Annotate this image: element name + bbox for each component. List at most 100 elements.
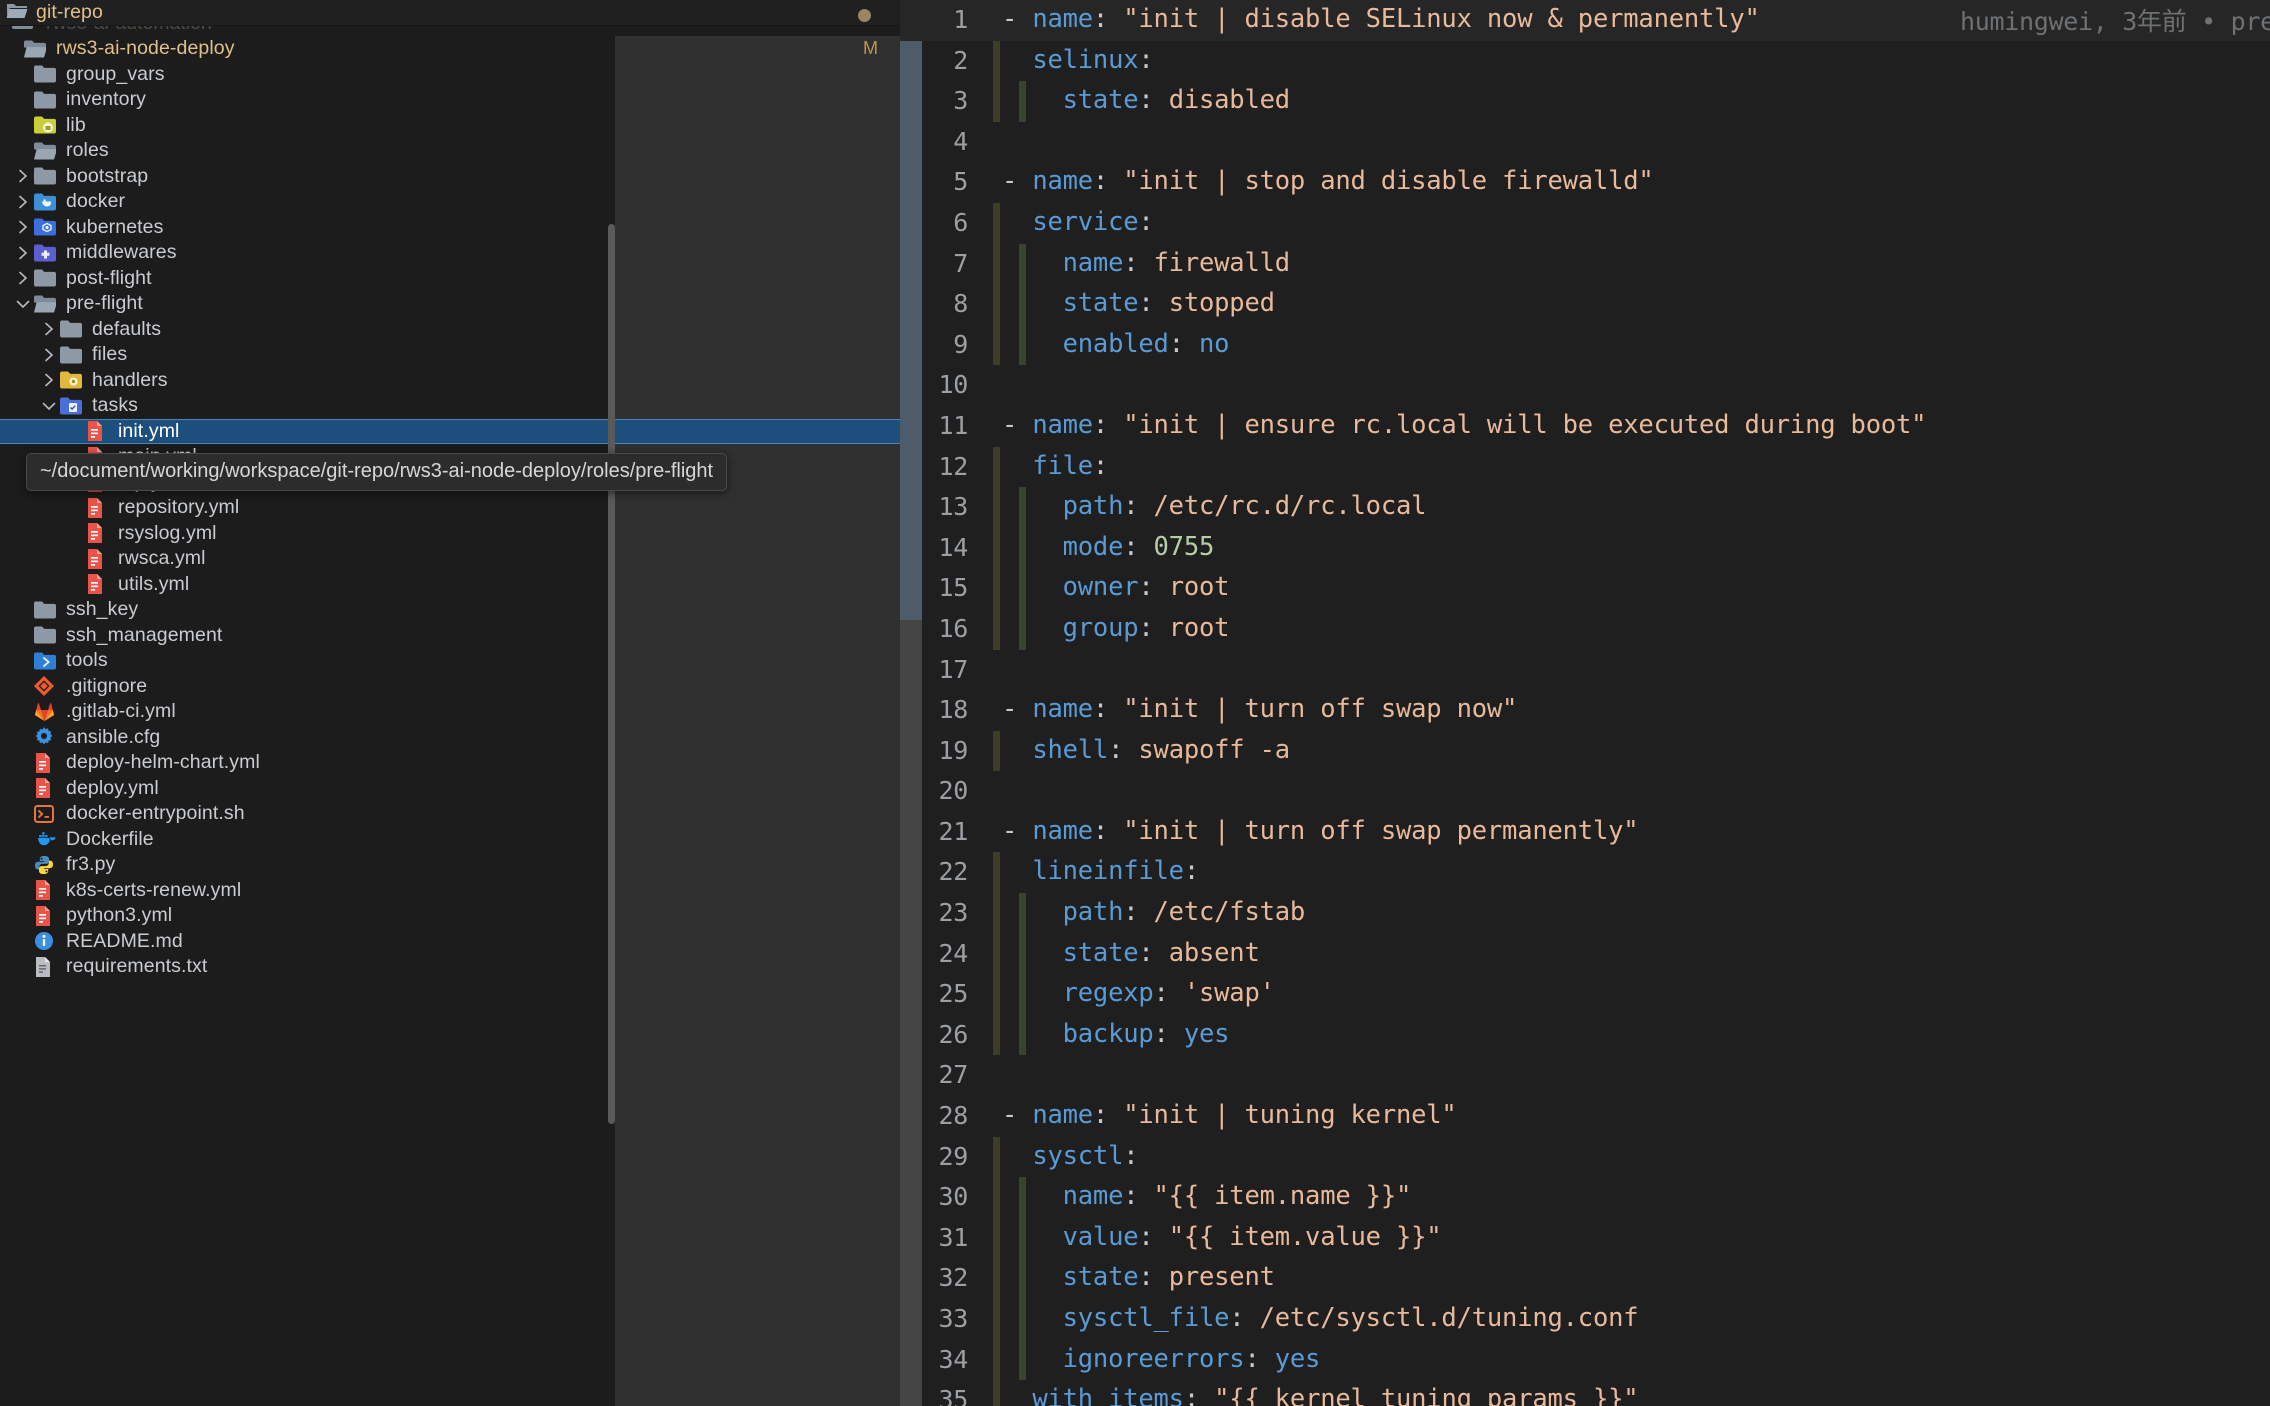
code-line[interactable]: 26 backup: yes [900, 1014, 2270, 1056]
project-file-tree-panel[interactable]: rws3-ai-automation git-repo rws3-ai-node… [0, 0, 900, 1406]
sticky-breadcrumb-git-repo[interactable]: git-repo [0, 0, 900, 26]
tree-file-row[interactable]: k8s-certs-renew.yml [0, 878, 900, 904]
code-line[interactable]: 19 shell: swapoff -a [900, 730, 2270, 772]
python-icon [34, 854, 58, 876]
line-number: 31 [938, 1222, 968, 1252]
tree-folder-row[interactable]: lib [0, 113, 900, 139]
tree-file-row[interactable]: README.md [0, 929, 900, 955]
tree-file-row[interactable]: fr3.py [0, 852, 900, 878]
code-line[interactable]: 5 - name: "init | stop and disable firewa… [900, 162, 2270, 203]
code-line[interactable]: 11 - name: "init | ensure rc.local will b… [900, 406, 2270, 447]
tree-file-row[interactable]: deploy-helm-chart.yml [0, 750, 900, 776]
folder-mw-icon [34, 242, 58, 264]
chevron-right-icon[interactable] [38, 321, 60, 337]
code-line[interactable]: 17 [900, 650, 2270, 691]
tree-file-row[interactable]: Dockerfile [0, 827, 900, 853]
tree-folder-row[interactable]: bootstrap [0, 164, 900, 190]
tree-folder-row[interactable]: roles [0, 138, 900, 164]
code-line[interactable]: 32 state: present [900, 1258, 2270, 1299]
code-line-text: service: [1032, 206, 1154, 237]
tree-folder-row[interactable]: kubernetes [0, 215, 900, 241]
code-line[interactable]: 15 owner: root [900, 568, 2270, 609]
code-line[interactable]: 8 state: stopped [900, 284, 2270, 325]
code-line[interactable]: 12 file: [900, 446, 2270, 488]
code-line[interactable]: 9 enabled: no [900, 324, 2270, 366]
tree-row-label: kubernetes [66, 215, 164, 238]
sidebar-scrollbar-thumb[interactable] [608, 224, 615, 1124]
code-line[interactable]: 3 state: disabled [900, 81, 2270, 122]
tree-folder-row[interactable]: tools [0, 648, 900, 674]
code-line[interactable]: 6 service: [900, 202, 2270, 244]
code-line[interactable]: 24 state: absent [900, 933, 2270, 975]
yaml-file-icon [34, 752, 58, 774]
tree-folder-row[interactable]: handlers [0, 368, 900, 394]
tree-folder-row[interactable]: post-flight [0, 266, 900, 292]
tree-file-row[interactable]: utils.yml [0, 572, 900, 598]
tree-file-row[interactable]: python3.yml [0, 903, 900, 929]
tree-folder-row[interactable]: inventory [0, 87, 900, 113]
tree-file-row[interactable]: .gitignore [0, 674, 900, 700]
code-line[interactable]: 28 - name: "init | tuning kernel" [900, 1096, 2270, 1137]
tree-folder-row[interactable]: docker [0, 189, 900, 215]
chevron-right-icon[interactable] [12, 168, 34, 184]
code-line[interactable]: 34 ignoreerrors: yes [900, 1339, 2270, 1381]
tree-folder-row[interactable]: tasks [0, 393, 900, 419]
tree-folder-row[interactable]: files [0, 342, 900, 368]
code-line[interactable]: 21 - name: "init | turn off swap permanen… [900, 812, 2270, 853]
chevron-right-icon[interactable] [38, 347, 60, 363]
chevron-right-icon[interactable] [12, 194, 34, 210]
tree-folder-row[interactable]: ssh_key [0, 597, 900, 623]
tree-file-row[interactable]: ansible.cfg [0, 725, 900, 751]
code-line-text: - name: "init | turn off swap permanentl… [1002, 815, 1639, 846]
code-lines-container[interactable]: 1 - name: "init | disable SELinux now & p… [900, 0, 2270, 1406]
code-line[interactable]: 25 regexp: 'swap' [900, 974, 2270, 1015]
tree-folder-row[interactable]: rws3-ai-node-deploy M [0, 36, 900, 62]
code-line[interactable]: 7 name: firewalld [900, 243, 2270, 285]
tree-folder-row[interactable]: middlewares [0, 240, 900, 266]
ide-window: rws3-ai-automation git-repo rws3-ai-node… [0, 0, 2270, 1406]
tree-file-row[interactable]: repository.yml [0, 495, 900, 521]
tree-file-row[interactable]: init.yml [0, 418, 900, 444]
code-line[interactable]: 16 group: root [900, 608, 2270, 650]
chevron-right-icon[interactable] [12, 245, 34, 261]
chevron-down-icon[interactable] [38, 400, 60, 412]
code-line[interactable]: 13 path: /etc/rc.d/rc.local [900, 487, 2270, 528]
chevron-right-icon[interactable] [12, 270, 34, 286]
line-number: 27 [938, 1060, 968, 1090]
git-icon [34, 675, 58, 697]
folder-tools-icon [34, 650, 58, 672]
tree-folder-row[interactable]: group_vars [0, 62, 900, 88]
code-line[interactable]: 33 sysctl_file: /etc/sysctl.d/tuning.con… [900, 1299, 2270, 1340]
code-line[interactable]: 35 with_items: "{{ kernel_tuning_params … [900, 1380, 2270, 1406]
code-line[interactable]: 2 selinux: [900, 40, 2270, 82]
code-line[interactable]: 10 [900, 365, 2270, 406]
tree-file-row[interactable]: deploy.yml [0, 776, 900, 802]
tree-folder-row[interactable]: defaults [0, 317, 900, 343]
chevron-right-icon[interactable] [38, 372, 60, 388]
tree-file-row[interactable]: docker-entrypoint.sh [0, 801, 900, 827]
tree-folder-row[interactable]: pre-flight [0, 291, 900, 317]
tree-file-row[interactable]: rwsca.yml [0, 546, 900, 572]
tree-file-row[interactable]: requirements.txt [0, 954, 900, 980]
code-line[interactable]: 22 lineinfile: [900, 852, 2270, 894]
code-line-text [968, 365, 1002, 369]
code-line[interactable]: 14 mode: 0755 [900, 527, 2270, 569]
code-line[interactable]: 29 sysctl: [900, 1136, 2270, 1178]
code-line[interactable]: 20 [900, 771, 2270, 812]
code-line[interactable]: 27 [900, 1055, 2270, 1096]
code-line[interactable]: 4 [900, 122, 2270, 163]
code-line[interactable]: 23 path: /etc/fstab [900, 893, 2270, 934]
code-line[interactable]: 18 - name: "init | turn off swap now" [900, 690, 2270, 731]
chevron-right-icon[interactable] [12, 219, 34, 235]
tree-file-row[interactable]: rsyslog.yml [0, 521, 900, 547]
tree-folder-row[interactable]: ssh_management [0, 623, 900, 649]
file-tree-list[interactable]: rws3-ai-node-deploy Mgroup_vars inventory l… [0, 36, 900, 1406]
code-editor[interactable]: 1 - name: "init | disable SELinux now & p… [900, 0, 2270, 1406]
code-line[interactable]: 30 name: "{{ item.name }}" [900, 1177, 2270, 1218]
git-status-badge: M [863, 38, 878, 58]
chevron-down-icon[interactable] [12, 298, 34, 310]
code-line[interactable]: 31 value: "{{ item.value }}" [900, 1217, 2270, 1259]
tree-row-label: deploy-helm-chart.yml [66, 751, 260, 774]
tree-file-row[interactable]: .gitlab-ci.yml [0, 699, 900, 725]
tree-row-label: group_vars [66, 62, 165, 85]
